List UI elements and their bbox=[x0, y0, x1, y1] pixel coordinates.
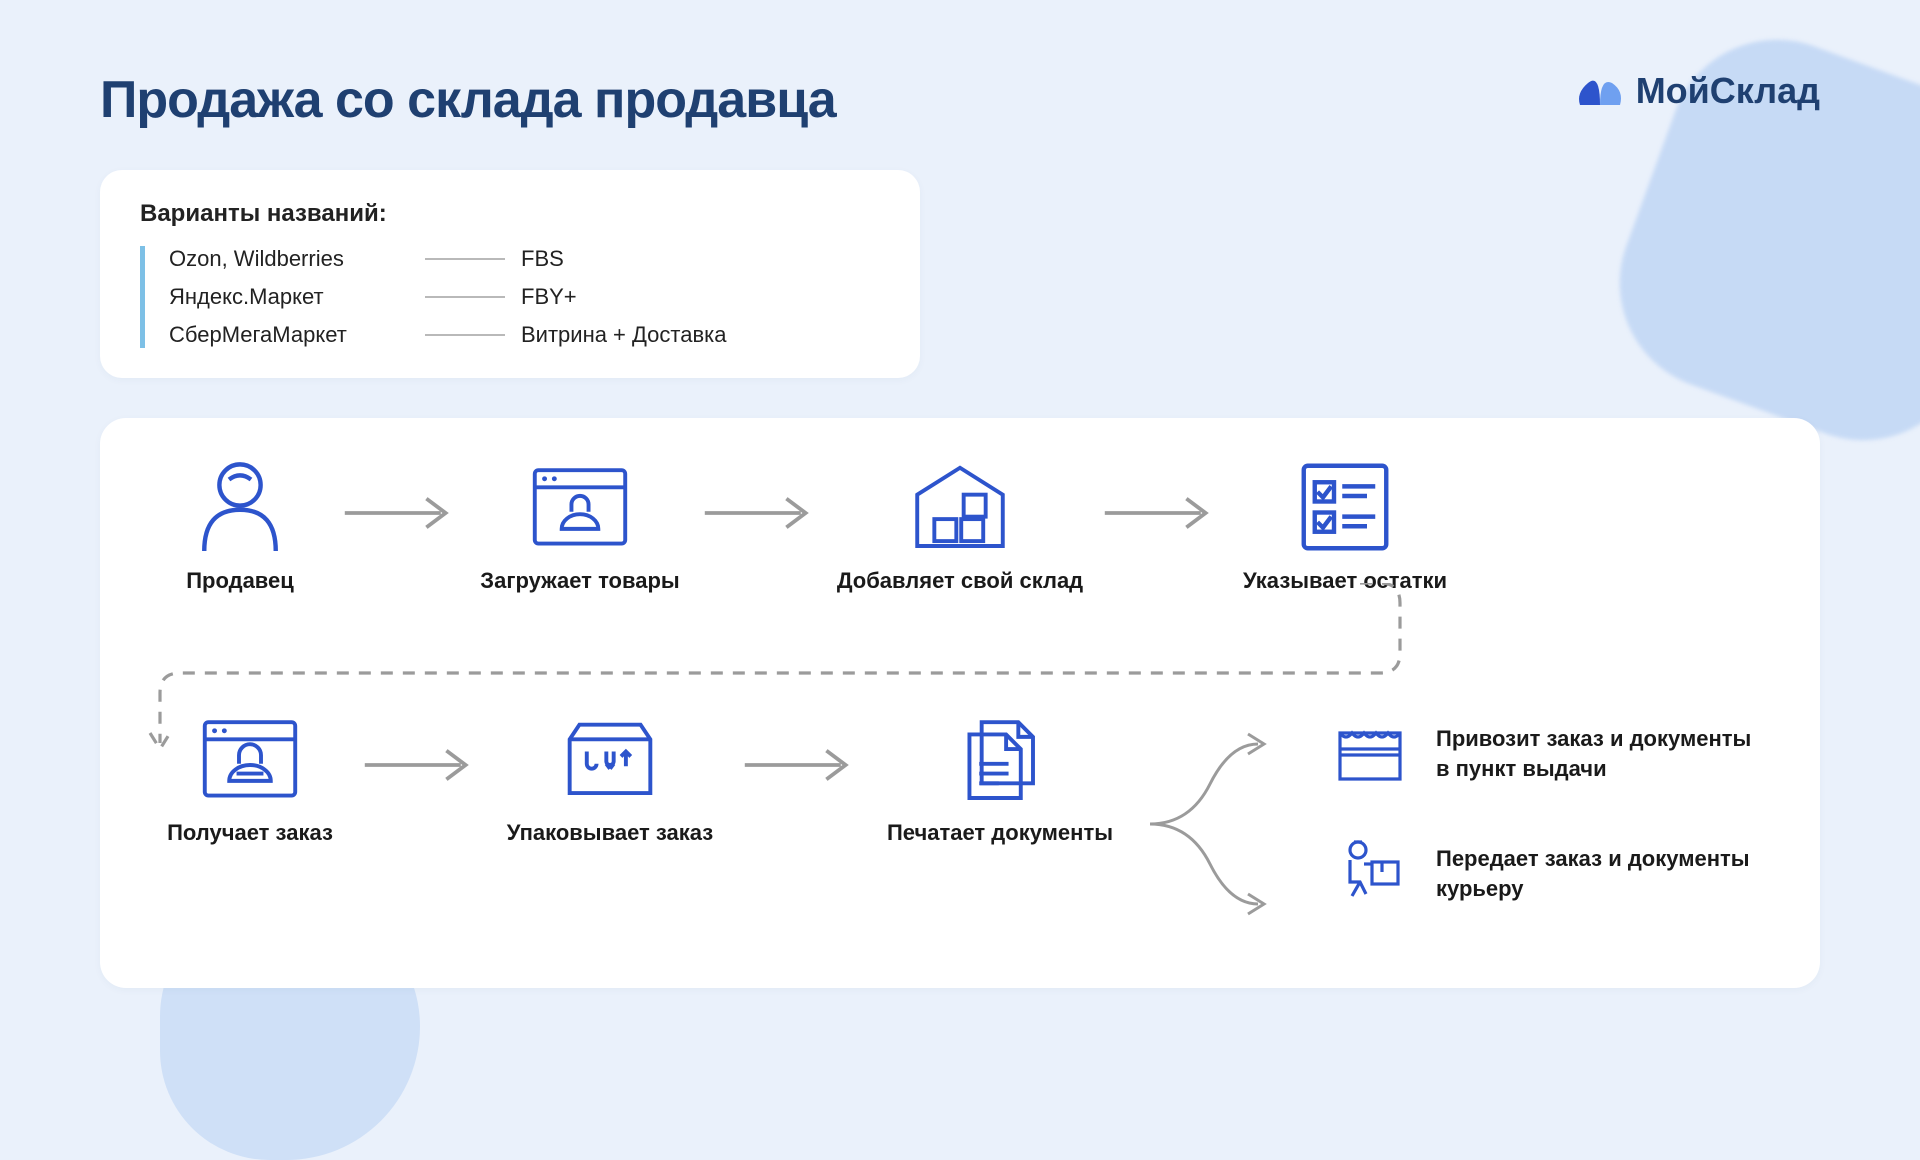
order-basket-icon bbox=[195, 714, 305, 804]
flow-row-top: Продавец Загружает товары Добавляет свой… bbox=[150, 462, 1770, 594]
fork-arrows bbox=[1140, 714, 1280, 934]
variant-left: Яндекс.Маркет bbox=[169, 284, 409, 310]
arrow-icon bbox=[340, 462, 460, 552]
connector-line bbox=[425, 334, 505, 336]
step-print-docs: Печатает документы bbox=[870, 714, 1130, 846]
outcome-text: Передает заказ и документы курьеру bbox=[1436, 844, 1756, 903]
outcomes: Привозит заказ и документы в пункт выдач… bbox=[1330, 714, 1756, 914]
package-box-icon bbox=[555, 714, 665, 804]
variants-heading: Варианты названий: bbox=[140, 200, 880, 228]
flow-card: Продавец Загружает товары Добавляет свой… bbox=[100, 418, 1820, 988]
pickup-point-icon bbox=[1330, 714, 1410, 794]
step-add-warehouse: Добавляет свой склад bbox=[830, 462, 1090, 594]
arrow-icon bbox=[700, 462, 820, 552]
outcome-courier: Передает заказ и документы курьеру bbox=[1330, 834, 1756, 914]
flow-row-bottom: Получает заказ Упаковывает заказ Печатае… bbox=[150, 714, 1770, 934]
variant-row: Яндекс.Маркет FBY+ bbox=[169, 284, 880, 310]
connector-line bbox=[425, 258, 505, 260]
step-receive-order: Получает заказ bbox=[150, 714, 350, 846]
variant-left: Ozon, Wildberries bbox=[169, 246, 409, 272]
step-pack-order: Упаковывает заказ bbox=[490, 714, 730, 846]
header: Продажа со склада продавца МойСклад bbox=[100, 70, 1820, 130]
variant-left: СберМегаМаркет bbox=[169, 322, 409, 348]
step-label: Добавляет свой склад bbox=[837, 568, 1083, 594]
variant-right: FBY+ bbox=[521, 284, 577, 310]
step-label: Печатает документы bbox=[887, 820, 1113, 846]
brand-logo: МойСклад bbox=[1574, 70, 1820, 112]
step-label: Получает заказ bbox=[167, 820, 333, 846]
outcome-text: Привозит заказ и документы в пункт выдач… bbox=[1436, 724, 1756, 783]
step-seller: Продавец bbox=[150, 462, 330, 594]
documents-icon bbox=[945, 714, 1055, 804]
variant-row: Ozon, Wildberries FBS bbox=[169, 246, 880, 272]
variants-card: Варианты названий: Ozon, Wildberries FBS… bbox=[100, 170, 920, 378]
outcome-pickup: Привозит заказ и документы в пункт выдач… bbox=[1330, 714, 1756, 794]
step-set-stock: Указывает остатки bbox=[1230, 462, 1460, 594]
arrow-icon bbox=[360, 714, 480, 804]
brand-name: МойСклад bbox=[1636, 70, 1820, 112]
logo-icon bbox=[1574, 71, 1626, 111]
upload-goods-icon bbox=[525, 462, 635, 552]
arrow-icon bbox=[1100, 462, 1220, 552]
step-label: Продавец bbox=[186, 568, 294, 594]
variant-row: СберМегаМаркет Витрина + Доставка bbox=[169, 322, 880, 348]
checklist-icon bbox=[1290, 462, 1400, 552]
page-title: Продажа со склада продавца bbox=[100, 70, 836, 130]
step-label: Указывает остатки bbox=[1243, 568, 1447, 594]
variant-right: Витрина + Доставка bbox=[521, 322, 727, 348]
seller-person-icon bbox=[185, 462, 295, 552]
step-upload-goods: Загружает товары bbox=[470, 462, 690, 594]
connector-line bbox=[425, 296, 505, 298]
arrow-icon bbox=[740, 714, 860, 804]
step-label: Упаковывает заказ bbox=[507, 820, 713, 846]
step-label: Загружает товары bbox=[480, 568, 679, 594]
variant-right: FBS bbox=[521, 246, 564, 272]
courier-icon bbox=[1330, 834, 1410, 914]
warehouse-icon bbox=[905, 462, 1015, 552]
